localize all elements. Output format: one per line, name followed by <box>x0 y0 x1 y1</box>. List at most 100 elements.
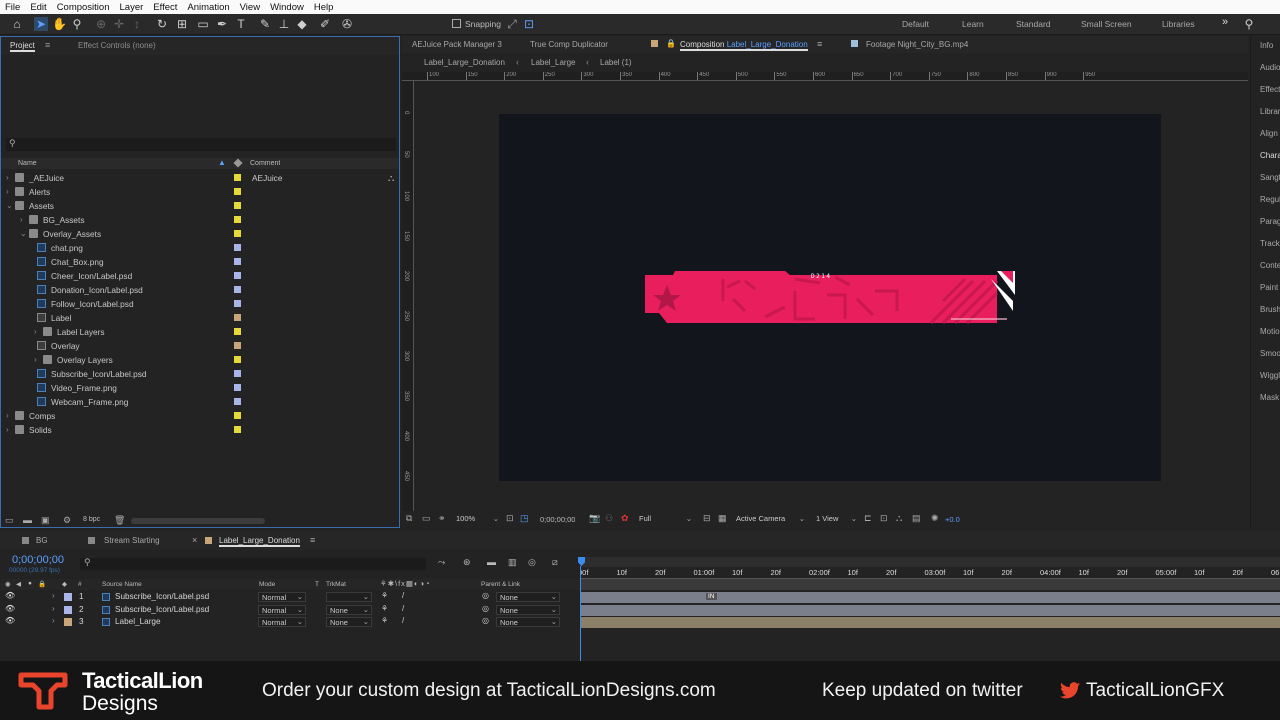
project-item[interactable]: Chat_Box.png <box>1 255 399 269</box>
zoom-tool-icon[interactable]: ⚲ <box>70 17 84 31</box>
right-panel-tab[interactable]: Info <box>1260 41 1273 50</box>
label-color-swatch[interactable] <box>234 230 241 237</box>
frame-blending-icon[interactable]: ▥ <box>508 557 517 568</box>
label-color-swatch[interactable] <box>234 328 241 335</box>
layer-label-swatch[interactable] <box>64 593 72 601</box>
label-color-swatch[interactable] <box>234 384 241 391</box>
right-panel-tab[interactable]: Align <box>1260 129 1278 138</box>
layer-label-swatch[interactable] <box>64 618 72 626</box>
brush-tool-icon[interactable]: ✎ <box>258 17 272 31</box>
project-item[interactable]: › Overlay Layers <box>1 353 399 367</box>
project-item[interactable]: Donation_Icon/Label.psd <box>1 283 399 297</box>
label-color-swatch[interactable] <box>234 188 241 195</box>
orbit-tool-icon[interactable]: ⊕ <box>94 17 108 31</box>
timeline-menu-icon[interactable]: ≡ <box>310 535 315 545</box>
pick-whip-icon[interactable]: ◎ <box>482 616 489 625</box>
tab-true-comp-duplicator[interactable]: True Comp Duplicator <box>530 40 608 49</box>
layer-label-swatch[interactable] <box>64 605 72 614</box>
graph-editor-icon[interactable]: ⧄ <box>552 557 558 568</box>
chevron-right-icon[interactable]: › <box>6 187 9 196</box>
label-color-swatch[interactable] <box>234 370 241 377</box>
draft-3d-icon[interactable]: ⊛ <box>463 557 471 568</box>
label-color-swatch[interactable] <box>234 426 241 433</box>
toggle-pixel-aspect-icon[interactable]: ⊏ <box>864 513 872 524</box>
project-item[interactable]: ⌄ Overlay_Assets <box>1 227 399 241</box>
layer-row[interactable]: 👁 › 2 Subscribe_Icon/Label.psd Normal ⌄ None ⌄ ⚘… <box>0 604 580 616</box>
layer-source-name[interactable]: Subscribe_Icon/Label.psd <box>115 592 209 601</box>
project-settings-icon[interactable]: ⚙ <box>63 515 71 526</box>
right-panel-tab[interactable]: Sangf <box>1260 173 1280 182</box>
eye-icon[interactable]: 👁 <box>5 604 15 613</box>
tab-composition[interactable]: Composition Label_Large_Donation <box>680 40 808 51</box>
workspace-learn[interactable]: Learn <box>962 19 984 29</box>
exposure-reset-icon[interactable]: ✺ <box>931 513 939 524</box>
chevron-right-icon[interactable]: › <box>52 604 55 613</box>
right-panel-tab[interactable]: Paint <box>1260 283 1278 292</box>
horizontal-scrollbar[interactable] <box>131 518 265 524</box>
display-icon[interactable]: ▭ <box>422 513 431 524</box>
label-color-swatch[interactable] <box>234 216 241 223</box>
blend-mode-dropdown[interactable]: Normal ⌄ <box>258 604 306 615</box>
track-matte-dropdown[interactable]: None ⌄ <box>326 617 372 627</box>
label-color-swatch[interactable] <box>234 174 241 181</box>
snap-options-icon[interactable]: ⤢ <box>505 17 519 31</box>
chevron-right-icon[interactable]: › <box>34 327 37 336</box>
parent-dropdown[interactable]: None ⌄ <box>496 592 560 602</box>
vr-icon[interactable]: ⚭ <box>438 513 446 524</box>
shy-switch-icon[interactable]: ⚘ <box>381 604 388 613</box>
label-color-swatch[interactable] <box>234 356 241 363</box>
quality-switch-icon[interactable]: / <box>402 591 404 600</box>
workspace-default[interactable]: Default <box>902 19 929 29</box>
header-trkmat[interactable]: TrkMat <box>326 581 346 588</box>
label-color-swatch[interactable] <box>234 300 241 307</box>
shy-switch-icon[interactable]: ⚘ <box>381 616 388 625</box>
roto-brush-tool-icon[interactable]: ✐ <box>318 17 332 31</box>
label-color-swatch[interactable] <box>234 258 241 265</box>
current-time-display[interactable]: 0;00;00;00 <box>12 554 64 566</box>
tab-footage[interactable]: Footage Night_City_BG.mp4 <box>866 40 968 49</box>
track-matte-dropdown[interactable]: None ⌄ <box>326 604 372 615</box>
parent-dropdown[interactable]: None ⌄ <box>496 604 560 615</box>
interpret-footage-icon[interactable]: ▭ <box>5 515 14 526</box>
fast-previews-icon[interactable]: ⊟ <box>703 513 711 524</box>
right-panel-tab[interactable]: Paragraph <box>1260 217 1280 226</box>
rotate-tool-icon[interactable]: ↻ <box>155 17 169 31</box>
camera-dropdown[interactable]: Active Camera ⌄ <box>733 514 807 524</box>
project-item[interactable]: Label <box>1 311 399 325</box>
header-source-name[interactable]: Source Name <box>102 581 142 588</box>
right-panel-tab[interactable]: Audio <box>1260 63 1280 72</box>
layer-duration-bar[interactable] <box>580 604 1280 616</box>
snapshot-icon[interactable]: 📷 <box>589 513 600 524</box>
resolution-dropdown[interactable]: Full ⌄ <box>636 514 694 524</box>
track-matte-dropdown[interactable]: ⌄ <box>326 592 372 602</box>
project-item[interactable]: chat.png <box>1 241 399 255</box>
pick-whip-icon[interactable]: ◎ <box>482 591 489 600</box>
column-comment[interactable]: Comment <box>250 160 280 167</box>
magnification-dropdown[interactable]: 100% ⌄ <box>453 514 501 524</box>
tab-project[interactable]: Project <box>10 41 35 52</box>
more-workspaces-button[interactable]: » <box>1222 16 1228 28</box>
project-item[interactable]: Subscribe_Icon/Label.psd <box>1 367 399 381</box>
right-panel-tab[interactable]: Content <box>1260 261 1280 270</box>
viewer-timecode[interactable]: 0;00;00;00 <box>540 515 575 524</box>
work-area-bar[interactable] <box>580 557 1280 567</box>
workspace-small-screen[interactable]: Small Screen <box>1081 19 1132 29</box>
safe-margins-icon[interactable]: ⊡ <box>506 513 514 524</box>
snap-target-icon[interactable]: ⊡ <box>522 17 536 31</box>
motion-blur-icon[interactable]: ◎ <box>528 557 536 568</box>
label-color-swatch[interactable] <box>234 412 241 419</box>
rectangle-tool-icon[interactable]: ▭ <box>196 17 210 31</box>
viewer-menu-icon[interactable]: ≡ <box>817 39 822 49</box>
chevron-right-icon[interactable]: › <box>6 411 9 420</box>
right-panel-tab[interactable]: Motion <box>1260 327 1280 336</box>
snapping-checkbox[interactable] <box>452 19 461 28</box>
eraser-tool-icon[interactable]: ◆ <box>295 17 309 31</box>
layer-row[interactable]: 👁 › 3 Label_Large Normal ⌄ None ⌄ ⚘ / ◎ None ⌄ <box>0 616 580 628</box>
delete-icon[interactable]: 🗑 <box>114 515 125 526</box>
parent-dropdown[interactable]: None ⌄ <box>496 617 560 627</box>
dolly-tool-icon[interactable]: ↕ <box>130 17 144 31</box>
menu-composition[interactable]: Composition <box>57 2 110 13</box>
layer-marker[interactable]: IN <box>706 593 717 600</box>
chevron-right-icon[interactable]: › <box>6 425 9 434</box>
flowchart-viewer-icon[interactable]: ⛬ <box>896 513 902 524</box>
